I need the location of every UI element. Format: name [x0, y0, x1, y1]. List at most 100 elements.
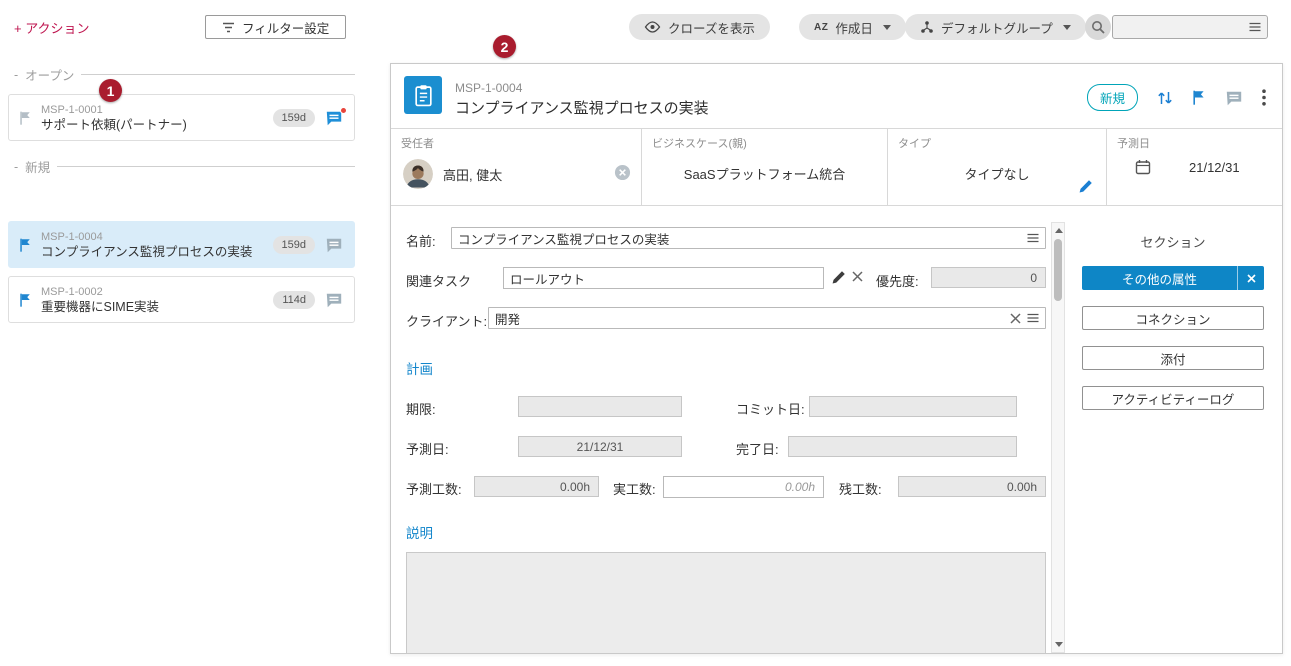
deadline-label: 期限: — [406, 399, 436, 418]
close-section-icon[interactable] — [1237, 266, 1264, 290]
business-case-label: ビジネスケース(親) — [642, 135, 887, 151]
actual-effort-input[interactable] — [663, 476, 824, 498]
clear-client-icon[interactable] — [1010, 313, 1021, 324]
section-button-label: コネクション — [1135, 309, 1210, 328]
more-menu-icon[interactable] — [1262, 89, 1266, 106]
age-badge: 159d — [273, 109, 315, 127]
search-icon — [1091, 20, 1105, 34]
section-button-connections[interactable]: コネクション — [1082, 306, 1264, 330]
item-text: MSP-1-0001 サポート依頼(パートナー) — [41, 103, 264, 133]
commit-date-label: コミット日: — [736, 399, 805, 418]
actual-effort-label: 実工数: — [613, 479, 656, 498]
deadline-input[interactable] — [518, 396, 682, 417]
search-button[interactable] — [1085, 14, 1111, 40]
actions-link[interactable]: + アクション — [14, 18, 90, 37]
annotation-marker-2: 2 — [493, 35, 516, 58]
client-input-wrap — [488, 307, 1046, 329]
show-closed-button[interactable]: クローズを表示 — [629, 14, 770, 40]
search-input[interactable] — [1119, 20, 1249, 34]
type-label: タイプ — [888, 135, 1106, 151]
age-badge: 159d — [273, 236, 315, 254]
client-input[interactable] — [495, 311, 1004, 325]
section-button-active[interactable]: その他の属性 — [1082, 266, 1264, 290]
list-item[interactable]: MSP-1-0001 サポート依頼(パートナー) 159d — [8, 94, 355, 141]
app: + アクション フィルター設定 クローズを表示 AZ 作成日 デフォルトグループ — [0, 0, 1291, 666]
chat-icon[interactable] — [324, 109, 344, 127]
commit-date-input[interactable] — [809, 396, 1017, 417]
list-item-selected[interactable]: MSP-1-0004 コンプライアンス監視プロセスの実装 159d — [8, 221, 355, 268]
forecast-date-label: 予測日 — [1107, 135, 1282, 151]
detail-header-controls: 新規 — [1087, 84, 1266, 111]
priority-label: 優先度: — [876, 271, 919, 290]
list-item[interactable]: MSP-1-0002 重要機器にSIME実装 114d — [8, 276, 355, 323]
collapse-toggle[interactable]: - — [14, 68, 18, 82]
edit-type-icon[interactable] — [1078, 179, 1093, 194]
calendar-icon[interactable] — [1135, 159, 1151, 175]
forecast-input[interactable] — [518, 436, 682, 457]
name-input-wrap — [451, 227, 1046, 249]
description-heading: 説明 — [406, 522, 433, 542]
section-button-label: アクティビティーログ — [1112, 389, 1235, 408]
sort-button[interactable]: AZ 作成日 — [799, 14, 906, 40]
remove-assignee-icon[interactable] — [614, 164, 631, 181]
filter-icon — [222, 22, 235, 33]
clear-related-icon[interactable] — [852, 271, 863, 282]
section-label: 新規 — [25, 157, 50, 176]
scrollbar-thumb[interactable] — [1054, 239, 1062, 301]
section-button-attachments[interactable]: 添付 — [1082, 346, 1264, 370]
detail-panel: MSP-1-0004 コンプライアンス監視プロセスの実装 新規 受任者 — [390, 63, 1283, 654]
scroll-down-icon[interactable] — [1055, 642, 1063, 647]
eye-icon — [644, 21, 661, 33]
section-rule — [81, 74, 355, 75]
chat-icon[interactable] — [324, 236, 344, 254]
item-text: MSP-1-0002 重要機器にSIME実装 — [41, 285, 264, 315]
sections-title: セクション — [1082, 232, 1264, 251]
section-button-activity-log[interactable]: アクティビティーログ — [1082, 386, 1264, 410]
priority-input[interactable] — [931, 267, 1046, 288]
scroll-up-icon[interactable] — [1055, 228, 1063, 233]
filter-settings-label: フィルター設定 — [242, 18, 329, 37]
scrollbar[interactable] — [1051, 222, 1065, 653]
name-input[interactable] — [458, 231, 1021, 245]
flag-icon[interactable] — [1192, 89, 1206, 106]
caret-down-icon — [1063, 25, 1071, 30]
description-textarea[interactable] — [406, 552, 1046, 654]
menu-icon[interactable] — [1249, 22, 1261, 32]
status-badge[interactable]: 新規 — [1087, 84, 1138, 111]
item-title: 重要機器にSIME実装 — [41, 299, 264, 315]
sort-az-icon: AZ — [814, 22, 828, 33]
section-header-new[interactable]: - 新規 — [14, 157, 355, 176]
client-menu-icon[interactable] — [1027, 313, 1039, 323]
assignee-avatar[interactable] — [403, 159, 433, 189]
chat-icon[interactable] — [1224, 89, 1244, 107]
filter-settings-button[interactable]: フィルター設定 — [205, 15, 346, 39]
item-id: MSP-1-0001 — [41, 103, 264, 117]
estimated-effort-label: 予測工数: — [406, 479, 462, 498]
flag-icon — [19, 110, 32, 126]
estimated-effort-input[interactable] — [474, 476, 599, 497]
item-text: MSP-1-0004 コンプライアンス監視プロセスの実装 — [41, 230, 264, 260]
hierarchy-icon[interactable] — [1156, 90, 1174, 106]
client-label: クライアント: — [406, 311, 487, 330]
collapse-toggle[interactable]: - — [14, 160, 18, 174]
related-task-input[interactable] — [503, 267, 824, 289]
field-assignee: 受任者 高田, 健太 — [391, 129, 641, 205]
assignee-name: 高田, 健太 — [443, 165, 502, 184]
name-label: 名前: — [406, 231, 436, 250]
business-case-value[interactable]: SaaSプラットフォーム統合 — [642, 151, 887, 195]
remaining-effort-input[interactable] — [898, 476, 1046, 497]
chat-icon[interactable] — [324, 291, 344, 309]
group-button[interactable]: デフォルトグループ — [905, 14, 1086, 40]
section-rule — [57, 166, 355, 167]
done-date-input[interactable] — [788, 436, 1017, 457]
forecast-date-value[interactable]: 21/12/31 — [1189, 160, 1240, 175]
field-business-case: ビジネスケース(親) SaaSプラットフォーム統合 — [641, 129, 887, 205]
detail-title: コンプライアンス監視プロセスの実装 — [455, 97, 709, 118]
name-menu-icon[interactable] — [1027, 233, 1039, 243]
active-section-label[interactable]: その他の属性 — [1082, 266, 1237, 290]
assignee-label: 受任者 — [391, 135, 641, 151]
edit-related-icon[interactable] — [831, 270, 846, 285]
detail-id: MSP-1-0004 — [455, 81, 522, 95]
type-value[interactable]: タイプなし — [888, 151, 1106, 195]
section-header-open[interactable]: - オープン — [14, 65, 355, 84]
